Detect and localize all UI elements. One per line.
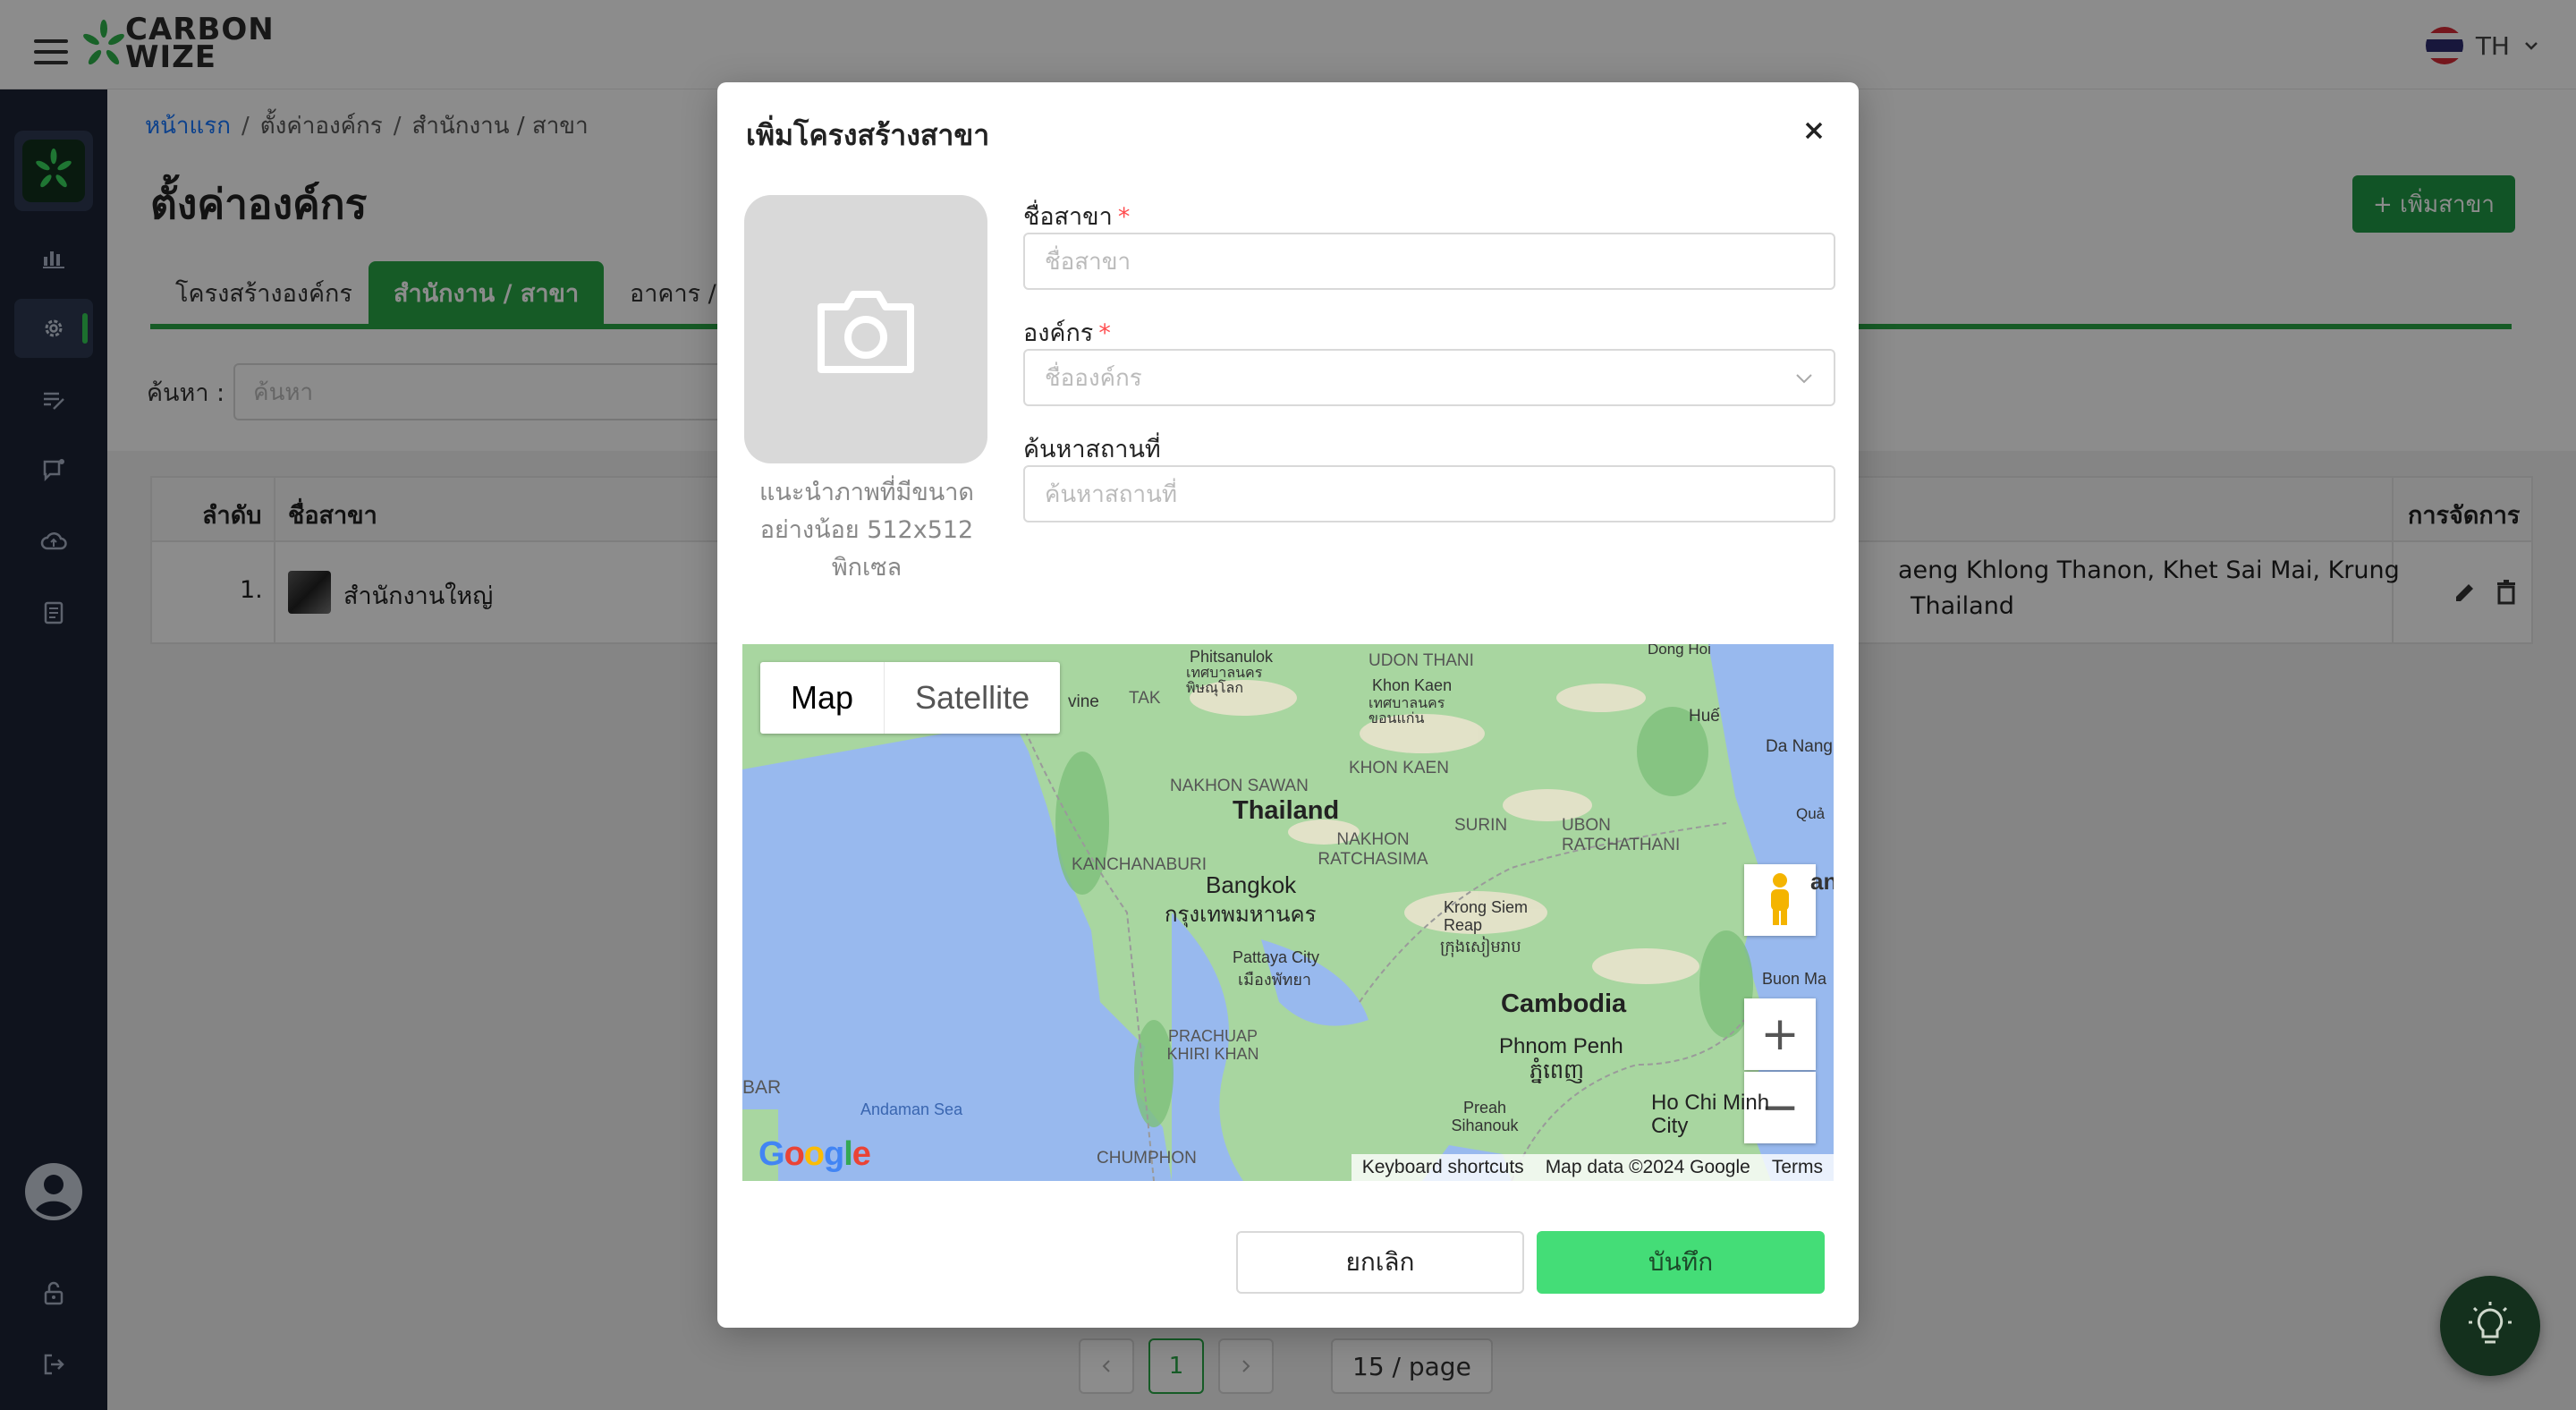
map-label-phnom-penh-km: ភ្នំពេញ xyxy=(1530,1059,1584,1083)
map-label-pattaya: Pattaya City xyxy=(1233,948,1320,966)
map-label-phitsanulok-th: เทศบาลนคร พิษณุโลก xyxy=(1186,666,1263,696)
map-label-preah-sihanouk: Preah Sihanouk xyxy=(1451,1099,1519,1134)
map-label-kanchanaburi: KANCHANABURI xyxy=(1072,855,1207,874)
pegman-icon xyxy=(1771,873,1789,925)
chevron-down-icon xyxy=(1796,374,1812,384)
upload-hint: แนะนำภาพที่มีขนาดอย่างน้อย 512x512 พิกเซ… xyxy=(759,479,974,582)
organization-label: องค์กร * xyxy=(1023,319,1111,347)
map-type-map-button[interactable]: Map xyxy=(760,662,886,734)
map-label-pattaya-th: เมืองพัทยา xyxy=(1238,971,1312,989)
map-label-siem-reap-km: ក្រុងសៀមរាប xyxy=(1440,938,1521,956)
map-data-attribution: Map data ©2024 Google xyxy=(1545,1157,1750,1177)
map-label-khon-kaen: KHON KAEN xyxy=(1349,759,1449,777)
map-label-ho-chi-minh: Ho Chi Minh City xyxy=(1651,1091,1770,1138)
map-label-buon-ma: Buon Ma xyxy=(1762,970,1827,988)
map-footer: Keyboard shortcuts Map data ©2024 Google… xyxy=(1351,1154,1834,1181)
map-label-phnom-penh: Phnom Penh xyxy=(1499,1034,1623,1058)
map-label-phitsanulok: Phitsanulok xyxy=(1190,648,1274,666)
map-label-vine: vine xyxy=(1068,692,1099,711)
map-label-khon-kaen-th: เทศบาลนคร ขอนแก่น xyxy=(1368,696,1445,726)
save-button[interactable]: บันทึก xyxy=(1537,1231,1825,1294)
branch-name-input[interactable]: ชื่อสาขา xyxy=(1023,233,1835,290)
map-label-khon-kaen-city: Khon Kaen xyxy=(1372,676,1453,694)
camera-icon xyxy=(818,291,914,373)
google-logo: Google xyxy=(758,1135,871,1173)
google-map[interactable]: Map Satellite + − Phitsanulok เทศบาลนคร … xyxy=(742,644,1834,1181)
map-label-nakhon-sawan: NAKHON SAWAN xyxy=(1170,777,1309,795)
map-label-thailand: Thailand xyxy=(1233,796,1340,825)
map-label-krong-siem-reap: Krong Siem Reap xyxy=(1444,898,1529,934)
map-label-da-nang: Da Nang xyxy=(1766,737,1833,756)
map-label-nakhon-ratchasima: NAKHON RATCHASIMA xyxy=(1318,830,1428,869)
map-label-prachuap: PRACHUAP KHIRI KHAN xyxy=(1166,1027,1259,1063)
modal-title: เพิ่มโครงสร้างสาขา xyxy=(746,118,990,152)
map-label-bar: BAR xyxy=(742,1077,782,1098)
location-search-label: ค้นหาสถานที่ xyxy=(1023,436,1161,463)
map-label-bangkok: Bangkok xyxy=(1206,871,1297,898)
map-type-control: Map Satellite xyxy=(760,662,1061,734)
add-branch-modal: เพิ่มโครงสร้างสาขา แนะนำภาพที่มีขนาดอย่า… xyxy=(717,82,1859,1328)
image-upload[interactable] xyxy=(744,195,987,463)
map-type-satellite-button[interactable]: Satellite xyxy=(885,662,1060,734)
map-label-udon: UDON THANI xyxy=(1368,651,1474,670)
street-view-pegman[interactable] xyxy=(1744,864,1816,936)
map-label-an: an xyxy=(1810,868,1834,895)
map-label-ubon: UBON RATCHATHANI xyxy=(1562,816,1681,854)
map-label-dong-hoi: Dong Hoi xyxy=(1648,644,1711,658)
lightbulb-icon xyxy=(2469,1302,2512,1344)
map-label-cambodia: Cambodia xyxy=(1501,990,1627,1018)
branch-name-label: ชื่อสาขา * xyxy=(1023,203,1131,231)
map-label-bangkok-th: กรุงเทพมหานคร xyxy=(1165,903,1317,927)
close-icon[interactable] xyxy=(1798,115,1830,147)
map-label-surin: SURIN xyxy=(1454,816,1508,835)
terms-link[interactable]: Terms xyxy=(1772,1157,1823,1178)
location-search-input[interactable]: ค้นหาสถานที่ xyxy=(1023,465,1835,522)
cancel-button[interactable]: ยกเลิก xyxy=(1236,1231,1524,1294)
organization-placeholder: ชื่อองค์กร xyxy=(1045,364,1142,392)
map-label-tak: TAK xyxy=(1129,689,1161,708)
zoom-in-button[interactable]: + xyxy=(1744,998,1816,1070)
organization-select[interactable]: ชื่อองค์กร xyxy=(1023,349,1835,406)
map-label-quan: Quả xyxy=(1796,805,1826,822)
help-tips-button[interactable] xyxy=(2440,1276,2540,1376)
map-label-chumphon: CHUMPHON xyxy=(1097,1149,1197,1168)
keyboard-shortcuts-link[interactable]: Keyboard shortcuts xyxy=(1362,1157,1524,1178)
map-label-hue: Huế xyxy=(1689,707,1720,726)
map-label-andaman-sea: Andaman Sea xyxy=(860,1100,963,1118)
